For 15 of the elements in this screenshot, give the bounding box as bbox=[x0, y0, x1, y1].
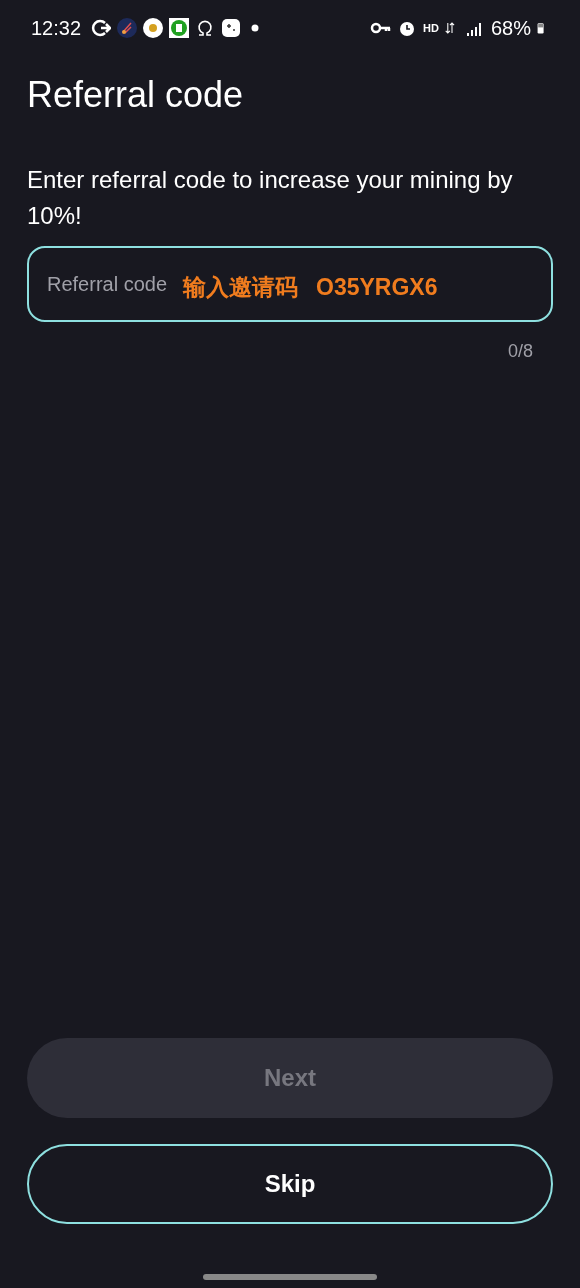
battery-percent: 68% bbox=[490, 16, 531, 41]
status-time: 12:32 bbox=[31, 16, 82, 41]
dot-icon bbox=[251, 24, 260, 32]
page-title: Referral code bbox=[27, 73, 245, 117]
app-icon bbox=[169, 18, 190, 38]
coin-icon bbox=[143, 18, 164, 38]
meteor-icon bbox=[117, 18, 138, 38]
gamepad-icon bbox=[221, 18, 242, 38]
secondary-button[interactable]: Skip bbox=[27, 1144, 553, 1224]
hd-label: HD bbox=[423, 20, 439, 36]
home-indicator[interactable] bbox=[203, 1274, 377, 1280]
character-counter: 0/8 bbox=[507, 340, 533, 363]
overlay-annotation: 输入邀请码 O35YRGX6 bbox=[183, 273, 438, 302]
description-text: Enter referral code to increase your mining by 10%! bbox=[27, 165, 514, 231]
arrow-logo-icon bbox=[91, 18, 112, 38]
